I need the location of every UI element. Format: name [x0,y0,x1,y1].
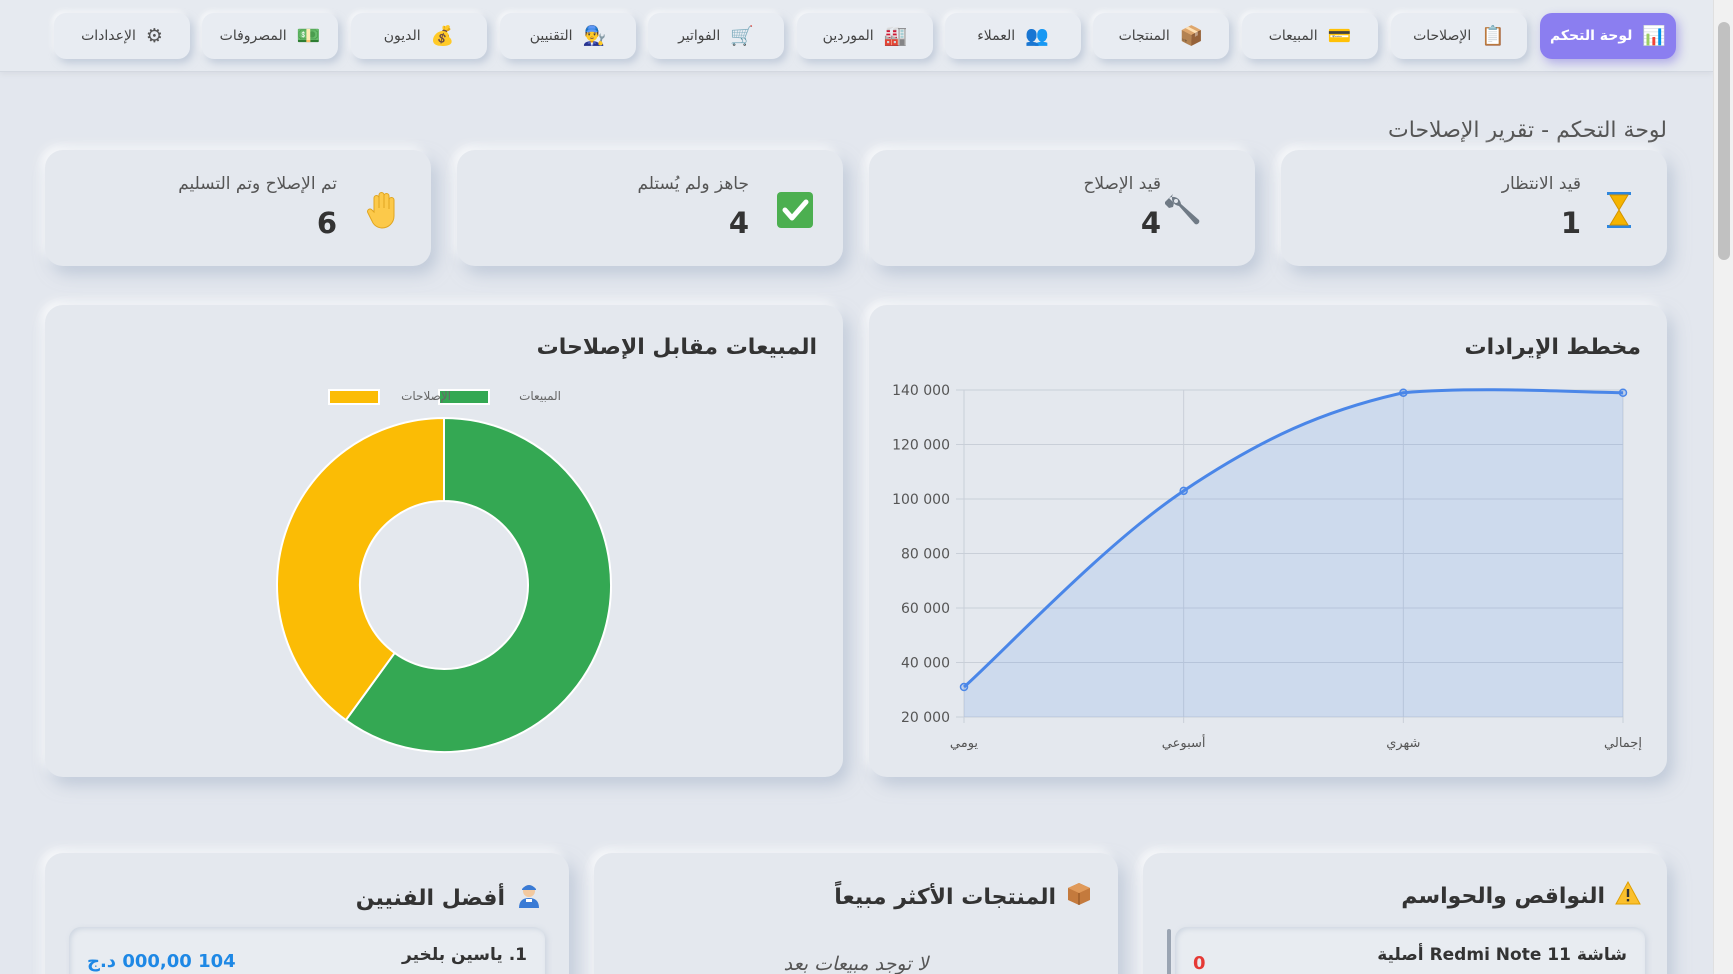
stat-label: جاهز ولم يُستلم [637,174,749,194]
item-name: شاشة Redmi Note 11 أصلية [1377,945,1627,965]
x-tick-label: أسبوعي [1162,734,1206,751]
nav-label: المبيعات [1268,28,1318,44]
nav-label: لوحة التحكم [1549,28,1633,44]
item-quantity: 0 [1193,953,1206,974]
stat-card-in-repair[interactable]: قيد الإصلاح 4 [869,150,1255,266]
page-scrollbar[interactable] [1713,0,1733,974]
hand-icon [361,188,405,232]
y-tick-label: 80 000 [901,547,950,563]
sales-vs-repairs-donut-chart: المبيعات الإصلاحات [276,389,612,753]
stat-value: 6 [316,206,337,240]
stat-card-delivered[interactable]: تم الإصلاح وتم التسليم 6 [45,150,431,266]
list-item[interactable]: 1. ياسين بلخير 104 000,00 د.ج [69,927,545,974]
package-icon: 📦 [1179,24,1204,47]
page-title: لوحة التحكم - تقرير الإصلاحات [1388,118,1667,143]
panel-title-text: أفضل الفنيين [355,885,505,911]
nav-customers[interactable]: 👥 العملاء [945,13,1081,59]
y-tick-label: 120 000 [892,438,950,454]
package-icon [1066,881,1092,913]
top-products-panel: المنتجات الأكثر مبيعاً لا توجد مبيعات بع… [594,853,1118,974]
top-technicians-panel: أفضل الفنيين 1. ياسين بلخير 104 000,00 د… [45,853,569,974]
revenue-data-point [959,682,969,692]
stat-label: تم الإصلاح وتم التسليم [178,174,337,194]
stat-label: قيد الإصلاح [1083,174,1161,194]
credit-card-icon: 💳 [1327,24,1352,47]
revenue-line-chart: 20 000 40 000 60 000 80 000 100 000 120 000 14… [892,383,1642,751]
y-tick-label: 140 000 [892,383,950,399]
technician-amount: 104 000,00 د.ج [87,951,236,972]
scrollbar-thumb[interactable] [1718,22,1730,260]
y-tick-label: 20 000 [901,710,950,726]
shortages-panel: النواقص والحواسم شاشة Redmi Note 11 أصلي… [1143,853,1667,974]
stat-value: 4 [728,206,749,240]
wrench-icon [1163,188,1207,232]
legend-label: المبيعات [519,389,561,403]
gear-icon: ⚙ [145,24,163,47]
checkmark-icon [773,188,817,232]
revenue-data-point [1399,388,1408,397]
hourglass-icon [1597,188,1641,232]
nav-expenses[interactable]: 💵 المصروفات [202,13,338,59]
technician-icon: 👨‍🔧 [582,24,607,47]
nav-label: المصروفات [219,28,287,44]
x-tick-label: يومي [950,736,979,751]
top-products-panel-title: المنتجات الأكثر مبيعاً [834,881,1092,913]
warning-icon [1615,880,1641,911]
stat-value: 4 [1140,206,1161,240]
money-bag-icon: 💰 [430,24,455,47]
revenue-data-point [1618,388,1628,397]
x-tick-label: شهري [1386,736,1420,751]
technician-icon [515,881,543,915]
y-tick-label: 60 000 [901,601,950,617]
nav-label: المنتجات [1118,28,1170,44]
nav-label: الإعدادات [81,28,136,44]
list-item[interactable]: شاشة Redmi Note 11 أصلية 0 [1175,927,1645,974]
stat-label: قيد الانتظار [1501,174,1581,194]
stat-value: 1 [1560,206,1581,240]
nav-repairs[interactable]: 📋 الإصلاحات [1391,13,1527,59]
nav-label: الفواتير [678,28,721,44]
y-tick-label: 100 000 [892,492,950,508]
nav-sales[interactable]: 💳 المبيعات [1242,13,1378,59]
nav-technicians[interactable]: 👨‍🔧 التقنيين [500,13,636,59]
nav-dashboard[interactable]: 📊 لوحة التحكم [1540,13,1676,59]
technician-name: 1. ياسين بلخير [402,945,527,965]
top-technicians-panel-title: أفضل الفنيين [356,881,543,915]
nav-invoices[interactable]: 🛒 الفواتير [648,13,784,59]
nav-label: العملاء [977,28,1016,44]
nav-suppliers[interactable]: 🏭 الموردين [797,13,933,59]
stat-card-pending[interactable]: قيد الانتظار 1 [1281,150,1667,266]
bar-chart-icon: 📊 [1642,24,1667,47]
stat-card-ready[interactable]: جاهز ولم يُستلم 4 [457,150,843,266]
y-tick-label: 40 000 [901,656,950,672]
nav-label: الموردين [822,28,874,44]
revenue-chart-card: مخطط الإيرادات 20 000 40 000 60 000 80 000 1… [869,305,1667,777]
users-icon: 👥 [1025,24,1049,47]
nav-label: التقنيين [529,28,573,44]
nav-products[interactable]: 📦 المنتجات [1093,13,1229,59]
cash-icon: 💵 [296,24,321,47]
nav-label: الإصلاحات [1413,28,1472,44]
panel-title-text: المنتجات الأكثر مبيعاً [834,884,1056,910]
list-accent-bar [1167,929,1171,974]
empty-state-text: لا توجد مبيعات بعد [783,953,929,974]
shortages-panel-title: النواقص والحواسم [1401,880,1641,911]
legend-label: الإصلاحات [401,389,451,403]
cart-icon: 🛒 [730,24,754,47]
x-tick-label: إجمالي [1604,736,1642,751]
top-navigation: 📊 لوحة التحكم 📋 الإصلاحات 💳 المبيعات 📦 ا… [0,0,1713,72]
nav-label: الديون [383,28,421,44]
panel-title-text: النواقص والحواسم [1401,883,1605,909]
nav-debts[interactable]: 💰 الديون [351,13,487,59]
sales-vs-repairs-card: المبيعات مقابل الإصلاحات المبيعات الإصلاح… [45,305,843,777]
nav-settings[interactable]: ⚙ الإعدادات [54,13,190,59]
factory-icon: 🏭 [883,24,908,47]
revenue-data-point [1179,486,1188,496]
clipboard-icon: 📋 [1481,24,1505,47]
legend-swatch [328,389,380,405]
